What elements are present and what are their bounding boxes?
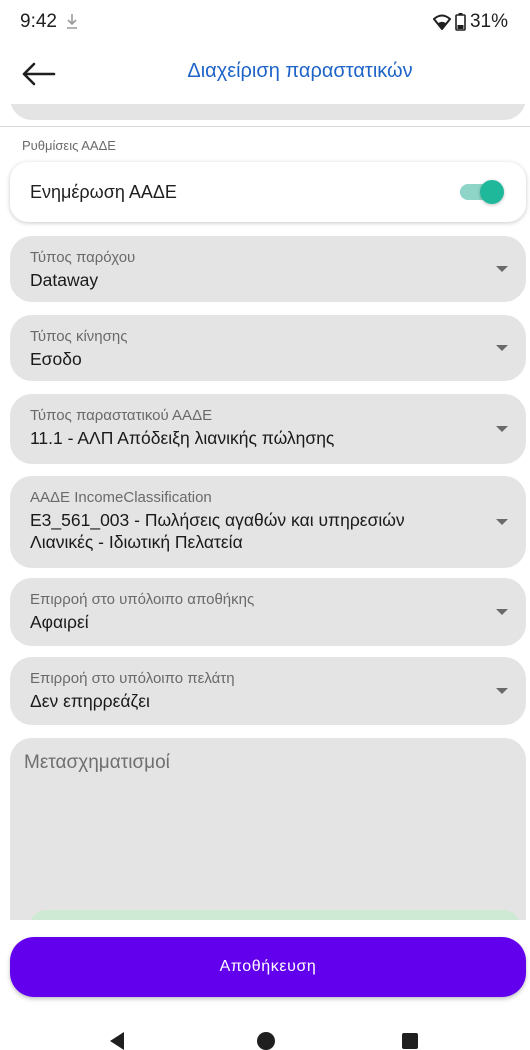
settings-scroll-area[interactable]: Ρυθμίσεις ΑΑΔΕ Ενημέρωση ΑΑΔΕ Τύπος παρό…: [0, 104, 530, 920]
field-label: ΑΑΔΕ IncomeClassification: [30, 489, 212, 506]
back-arrow-icon[interactable]: [20, 59, 60, 89]
battery-icon: [455, 13, 466, 31]
field-label: Τύπος κίνησης: [30, 328, 128, 345]
aade-update-toggle[interactable]: [458, 180, 504, 204]
dropdown-arrow-icon: [496, 688, 508, 694]
field-label: Επιρροή στο υπόλοιπο αποθήκης: [30, 591, 255, 608]
nav-back-icon[interactable]: [110, 1032, 124, 1050]
wifi-icon: [432, 14, 451, 30]
aade-update-label: Ενημέρωση ΑΑΔΕ: [30, 182, 177, 202]
nav-home-icon[interactable]: [257, 1032, 275, 1050]
toggle-thumb: [480, 180, 504, 204]
provider-type-dropdown[interactable]: Τύπος παρόχου Dataway: [10, 236, 526, 302]
navigation-bar: [0, 1010, 530, 1050]
document-type-dropdown[interactable]: Τύπος παραστατικού ΑΑΔΕ 11.1 - ΑΛΠ Απόδε…: [10, 394, 526, 464]
dropdown-arrow-icon: [496, 345, 508, 351]
field-value: Εσοδο: [30, 349, 82, 369]
download-icon: [67, 14, 77, 29]
partial-hidden-element: [30, 910, 520, 920]
dropdown-arrow-icon: [496, 519, 508, 525]
field-value: Ε3_561_003 - Πωλήσεις αγαθών και υπηρεσι…: [30, 510, 405, 552]
dropdown-arrow-icon: [496, 266, 508, 272]
divider: [0, 126, 530, 127]
transformations-placeholder: Μετασχηματισμοί: [24, 752, 170, 773]
field-value: 11.1 - ΑΛΠ Απόδειξη λιανικής πώλησης: [30, 428, 335, 448]
status-bar: 9:42 31%: [0, 0, 530, 44]
app-bar: Διαχείριση παραστατικών: [0, 44, 530, 104]
system-icons: 31%: [432, 11, 508, 33]
save-button[interactable]: Αποθήκευση: [10, 937, 526, 997]
page-title: Διαχείριση παραστατικών: [187, 60, 413, 82]
income-classification-dropdown[interactable]: ΑΑΔΕ IncomeClassification Ε3_561_003 - Π…: [10, 476, 526, 568]
field-value: Δεν επηρρεάζει: [30, 691, 150, 711]
field-label: Τύπος παρόχου: [30, 249, 136, 266]
aade-update-card[interactable]: Ενημέρωση ΑΑΔΕ: [10, 162, 526, 222]
field-value: Dataway: [30, 270, 99, 290]
dropdown-arrow-icon: [496, 426, 508, 432]
section-label: Ρυθμίσεις ΑΑΔΕ: [22, 138, 116, 153]
battery-percent: 31%: [469, 11, 508, 32]
field-label: Τύπος παραστατικού ΑΑΔΕ: [30, 407, 213, 424]
dropdown-arrow-icon: [496, 609, 508, 615]
clock: 9:42: [20, 11, 57, 32]
field-value: Αφαιρεί: [30, 612, 89, 632]
warehouse-effect-dropdown[interactable]: Επιρροή στο υπόλοιπο αποθήκης Αφαιρεί: [10, 578, 526, 646]
field-label: Επιρροή στο υπόλοιπο πελάτη: [30, 670, 235, 687]
movement-type-dropdown[interactable]: Τύπος κίνησης Εσοδο: [10, 315, 526, 381]
transformations-field[interactable]: Μετασχηματισμοί: [10, 738, 526, 920]
nav-recents-icon[interactable]: [402, 1033, 418, 1049]
customer-effect-dropdown[interactable]: Επιρροή στο υπόλοιπο πελάτη Δεν επηρρεάζ…: [10, 657, 526, 725]
previous-field-partial: [10, 104, 526, 120]
